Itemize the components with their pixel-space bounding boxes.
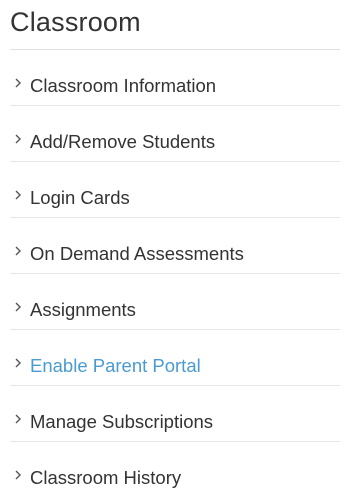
sidebar-item-label: Assignments	[30, 299, 136, 320]
chevron-right-icon	[14, 245, 22, 257]
sidebar-item-label: Classroom History	[30, 467, 182, 488]
chevron-right-icon	[14, 413, 22, 425]
sidebar-item-add-remove-students[interactable]: Add/Remove Students	[10, 106, 340, 162]
sidebar-item-enable-parent-portal[interactable]: Enable Parent Portal	[10, 330, 340, 386]
chevron-right-icon	[14, 357, 22, 369]
sidebar-item-login-cards[interactable]: Login Cards	[10, 162, 340, 218]
sidebar-item-label: On Demand Assessments	[30, 243, 244, 264]
sidebar-item-on-demand-assessments[interactable]: On Demand Assessments	[10, 218, 340, 274]
sidebar-item-label: Manage Subscriptions	[30, 411, 214, 432]
sidebar-title: Classroom	[10, 7, 141, 37]
sidebar-item-assignments[interactable]: Assignments	[10, 274, 340, 330]
sidebar-item-classroom-history[interactable]: Classroom History	[10, 442, 340, 498]
chevron-right-icon	[14, 301, 22, 313]
sidebar-item-label: Login Cards	[30, 187, 130, 208]
sidebar-menu: Classroom Information Add/Remove Student…	[0, 50, 357, 498]
sidebar-item-label: Add/Remove Students	[30, 131, 216, 152]
chevron-right-icon	[14, 77, 22, 89]
sidebar-item-label: Enable Parent Portal	[30, 355, 201, 376]
sidebar-item-manage-subscriptions[interactable]: Manage Subscriptions	[10, 386, 340, 442]
sidebar-item-label: Classroom Information	[30, 75, 217, 96]
chevron-right-icon	[14, 469, 22, 481]
chevron-right-icon	[14, 189, 22, 201]
chevron-right-icon	[14, 133, 22, 145]
classroom-sidebar: Classroom Classroom Information Add/Remo…	[0, 0, 357, 502]
sidebar-item-classroom-information[interactable]: Classroom Information	[10, 50, 340, 106]
